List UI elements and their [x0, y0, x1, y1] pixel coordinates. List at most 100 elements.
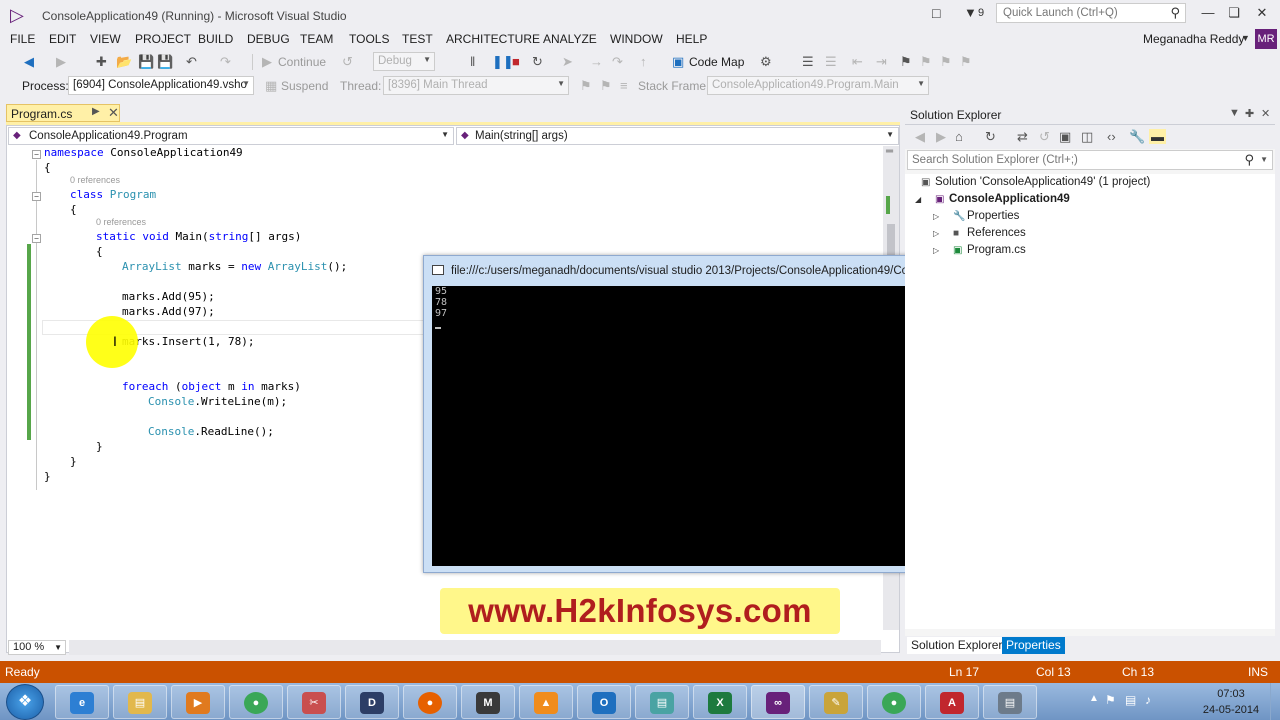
- continue-button[interactable]: Continue: [278, 55, 326, 69]
- menu-analyze[interactable]: ANALYZE: [543, 32, 597, 46]
- bookmark-icon[interactable]: ⚑: [900, 54, 912, 70]
- show-next-statement-icon[interactable]: ➤: [562, 54, 573, 70]
- close-icon[interactable]: ✕: [108, 105, 119, 121]
- taskbar-window[interactable]: ▤: [983, 685, 1037, 719]
- taskbar-ms-project[interactable]: M: [461, 685, 515, 719]
- auto-hide-pin-icon[interactable]: ✚: [1245, 107, 1254, 120]
- clear-bookmarks-icon[interactable]: ⚑: [960, 54, 972, 70]
- taskbar-vlc[interactable]: ▲: [519, 685, 573, 719]
- menu-window[interactable]: WINDOW: [610, 32, 663, 46]
- tab-solution-explorer[interactable]: Solution Explorer: [907, 637, 1007, 654]
- toggle-flags-icon[interactable]: ⚑: [600, 78, 612, 94]
- menu-architecture[interactable]: ARCHITECTURE: [446, 32, 540, 46]
- taskbar-file-explorer[interactable]: ▤: [113, 685, 167, 719]
- chevron-down-icon[interactable]: ▼: [1241, 33, 1250, 43]
- tree-item-project[interactable]: ◢ ▣ ConsoleApplication49: [915, 191, 1070, 208]
- avatar[interactable]: MR: [1255, 29, 1277, 49]
- new-project-icon[interactable]: ✚: [96, 54, 107, 70]
- save-all-icon[interactable]: 💾: [157, 54, 173, 70]
- break-all-icon[interactable]: ‖: [470, 54, 475, 69]
- split-icon[interactable]: ═: [886, 146, 893, 157]
- codelens-references[interactable]: 0 references: [96, 217, 146, 227]
- navigation-member-select[interactable]: ◆ Main(string[] args) ▼: [456, 127, 899, 145]
- show-hidden-icons-icon[interactable]: ▲: [1089, 693, 1099, 704]
- taskbar-notes[interactable]: ▤: [635, 685, 689, 719]
- solution-explorer-search-input[interactable]: Search Solution Explorer (Ctrl+;) ⚲ ▼: [907, 150, 1273, 170]
- editor-horizontal-scrollbar[interactable]: [69, 640, 881, 655]
- break-all-button[interactable]: ❚❚: [492, 54, 514, 70]
- close-window-button[interactable]: ✕: [1250, 3, 1274, 23]
- chevron-down-icon[interactable]: ▼: [1260, 155, 1268, 164]
- taskbar-outlook[interactable]: O: [577, 685, 631, 719]
- tree-item-references[interactable]: ▷ ■ References: [933, 225, 1026, 242]
- start-button[interactable]: ❖: [6, 684, 44, 720]
- menu-project[interactable]: PROJECT: [135, 32, 191, 46]
- show-threads-icon[interactable]: ≡: [620, 78, 628, 93]
- stack-frame-select[interactable]: ConsoleApplication49.Program.Main ▼: [707, 76, 929, 95]
- show-desktop-button[interactable]: [1270, 683, 1280, 720]
- search-icon[interactable]: ⚲: [1244, 152, 1254, 168]
- menu-tools[interactable]: TOOLS: [349, 32, 389, 46]
- zoom-select[interactable]: 100 % ▼: [8, 640, 66, 655]
- tab-program-cs[interactable]: Program.cs ▶ ✕: [6, 104, 120, 122]
- tree-item-program-cs[interactable]: ▷ ▣ Program.cs: [933, 242, 1026, 259]
- menu-edit[interactable]: EDIT: [49, 32, 76, 46]
- stop-debugging-icon[interactable]: ■: [512, 54, 520, 69]
- window-position-icon[interactable]: ▼: [1229, 107, 1240, 119]
- notification-count[interactable]: 9: [978, 7, 984, 19]
- back-icon[interactable]: ◀: [915, 129, 925, 145]
- taskbar-firefox[interactable]: ●: [403, 685, 457, 719]
- thread-select[interactable]: [8396] Main Thread ▼: [383, 76, 569, 95]
- notifications-flag-icon[interactable]: ▼: [964, 5, 977, 20]
- refresh-icon[interactable]: ↺: [1039, 129, 1050, 145]
- menu-team[interactable]: TEAM: [300, 32, 333, 46]
- suspend-button[interactable]: Suspend: [281, 79, 328, 93]
- menu-file[interactable]: FILE: [10, 32, 35, 46]
- find-source-icon[interactable]: ☰: [802, 54, 814, 70]
- continue-icon[interactable]: ▶: [262, 54, 272, 70]
- view-code-icon[interactable]: ‹›: [1107, 129, 1116, 144]
- code-map-icon[interactable]: ▣: [672, 54, 684, 70]
- pin-icon[interactable]: ▶: [92, 106, 100, 117]
- volume-icon[interactable]: ♪: [1145, 693, 1151, 707]
- attach-icon[interactable]: ↺: [342, 54, 353, 70]
- chevron-down-icon[interactable]: ▼: [441, 130, 449, 139]
- feedback-icon[interactable]: □: [932, 5, 940, 21]
- step-into-icon[interactable]: →: [590, 54, 603, 69]
- taskbar-internet-explorer[interactable]: e: [55, 685, 109, 719]
- show-all-files-icon[interactable]: ◫: [1081, 129, 1093, 145]
- user-name[interactable]: Meganadha Reddy: [1143, 32, 1244, 46]
- collapsed-icon[interactable]: ▷: [933, 208, 939, 225]
- close-icon[interactable]: ✕: [1261, 107, 1270, 120]
- network-icon[interactable]: ▤: [1125, 693, 1136, 707]
- chevron-down-icon[interactable]: ▼: [886, 130, 894, 139]
- search-icon[interactable]: ⚲: [1170, 5, 1180, 21]
- menu-help[interactable]: HELP: [676, 32, 707, 46]
- minimize-button[interactable]: —: [1196, 3, 1220, 23]
- tab-properties[interactable]: Properties: [1002, 637, 1065, 654]
- taskbar-chrome[interactable]: ●: [229, 685, 283, 719]
- properties-icon[interactable]: 🔧: [1129, 129, 1145, 145]
- action-center-flag-icon[interactable]: ⚑: [1105, 693, 1116, 707]
- taskbar-dev-tools[interactable]: D: [345, 685, 399, 719]
- suspend-icon[interactable]: ▦: [265, 78, 277, 94]
- preview-selected-icon[interactable]: ▬: [1149, 129, 1166, 144]
- navigate-forward-icon[interactable]: ▶: [56, 54, 66, 70]
- quick-launch-input[interactable]: Quick Launch (Ctrl+Q) ⚲: [996, 3, 1186, 23]
- collapse-namespace-icon[interactable]: −: [32, 150, 41, 159]
- redo-icon[interactable]: ↷: [220, 54, 231, 70]
- solution-configuration-select[interactable]: Debug ▼: [373, 52, 435, 71]
- collapse-method-icon[interactable]: −: [32, 234, 41, 243]
- maximize-button[interactable]: ❏: [1222, 3, 1246, 23]
- forward-icon[interactable]: ▶: [936, 129, 946, 145]
- prev-bookmark-icon[interactable]: ⚑: [920, 54, 932, 70]
- align-icon[interactable]: ☰: [825, 54, 837, 70]
- taskbar-snipping-tool[interactable]: ✂: [287, 685, 341, 719]
- taskbar-chrome-2[interactable]: ●: [867, 685, 921, 719]
- taskbar-visual-studio[interactable]: ∞: [751, 685, 805, 719]
- open-file-icon[interactable]: 📂: [116, 54, 132, 70]
- taskbar-excel[interactable]: X: [693, 685, 747, 719]
- next-bookmark-icon[interactable]: ⚑: [940, 54, 952, 70]
- clock-date[interactable]: 24-05-2014: [1196, 704, 1266, 716]
- hex-display-icon[interactable]: ⚙: [760, 54, 772, 70]
